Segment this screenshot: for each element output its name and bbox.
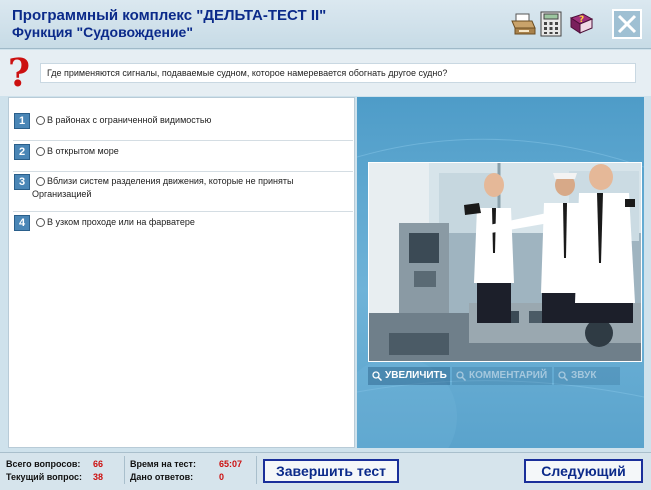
- total-questions-label: Всего вопросов:: [6, 459, 81, 469]
- help-book-icon[interactable]: ?: [568, 11, 594, 37]
- svg-text:?: ?: [579, 15, 584, 25]
- answer-number-badge: 1: [14, 113, 30, 129]
- answers-given-value: 0: [219, 472, 225, 482]
- magnifier-icon: [456, 371, 466, 381]
- app-title: Программный комплекс "ДЕЛЬТА-ТЕСТ II": [12, 7, 327, 24]
- answer-option-3[interactable]: 3 Вблизи систем разделения движения, кот…: [13, 173, 353, 212]
- calculator-icon[interactable]: [538, 11, 564, 37]
- answer-radio[interactable]: [36, 116, 45, 125]
- question-text: Где применяются сигналы, подаваемые судн…: [40, 63, 636, 83]
- magnifier-icon: [558, 371, 568, 381]
- answer-text: Вблизи систем разделения движения, котор…: [32, 176, 294, 199]
- ship-bridge-photo: [368, 162, 642, 362]
- close-button[interactable]: [612, 9, 642, 39]
- comment-label: КОММЕНТАРИЙ: [469, 370, 548, 381]
- zoom-button[interactable]: УВЕЛИЧИТЬ: [368, 367, 450, 385]
- total-questions-value: 66: [93, 459, 104, 469]
- sound-label: ЗВУК: [571, 370, 597, 381]
- current-question-label: Текущий вопрос:: [6, 472, 82, 482]
- comment-button[interactable]: КОММЕНТАРИЙ: [452, 367, 552, 385]
- footer-divider: [256, 456, 257, 484]
- answer-option-4[interactable]: 4 В узком проходе или на фарватере: [13, 214, 353, 242]
- magnifier-icon: [372, 371, 382, 381]
- question-mark-icon: ?: [7, 50, 31, 95]
- sound-button[interactable]: ЗВУК: [554, 367, 620, 385]
- answer-radio[interactable]: [36, 218, 45, 227]
- zoom-label: УВЕЛИЧИТЬ: [385, 370, 447, 381]
- close-icon: [617, 14, 637, 34]
- answer-radio[interactable]: [36, 147, 45, 156]
- answers-given-label: Дано ответов:: [130, 472, 194, 482]
- answer-text: В районах с ограниченной видимостью: [47, 115, 212, 125]
- test-time-label: Время на тест:: [130, 459, 196, 469]
- answer-number-badge: 4: [14, 215, 30, 231]
- answer-number-badge: 2: [14, 144, 30, 160]
- footer-divider: [124, 456, 125, 484]
- function-title: Функция "Судовождение": [12, 24, 193, 40]
- printer-icon[interactable]: [510, 11, 536, 37]
- answer-option-1[interactable]: 1 В районах с ограниченной видимостью: [13, 112, 353, 141]
- answers-panel: 1 В районах с ограниченной видимостью 2 …: [8, 97, 355, 448]
- next-question-button[interactable]: Следующий: [524, 459, 643, 483]
- answer-number-badge: 3: [14, 174, 30, 190]
- photo-controls: УВЕЛИЧИТЬ КОММЕНТАРИЙ ЗВУК: [368, 367, 620, 385]
- test-time-value: 65:07: [219, 459, 243, 469]
- answer-option-2[interactable]: 2 В открытом море: [13, 143, 353, 172]
- current-question-value: 38: [93, 472, 104, 482]
- finish-test-button[interactable]: Завершить тест: [263, 459, 399, 483]
- answer-text: В узком проходе или на фарватере: [47, 217, 195, 227]
- answer-text: В открытом море: [47, 146, 119, 156]
